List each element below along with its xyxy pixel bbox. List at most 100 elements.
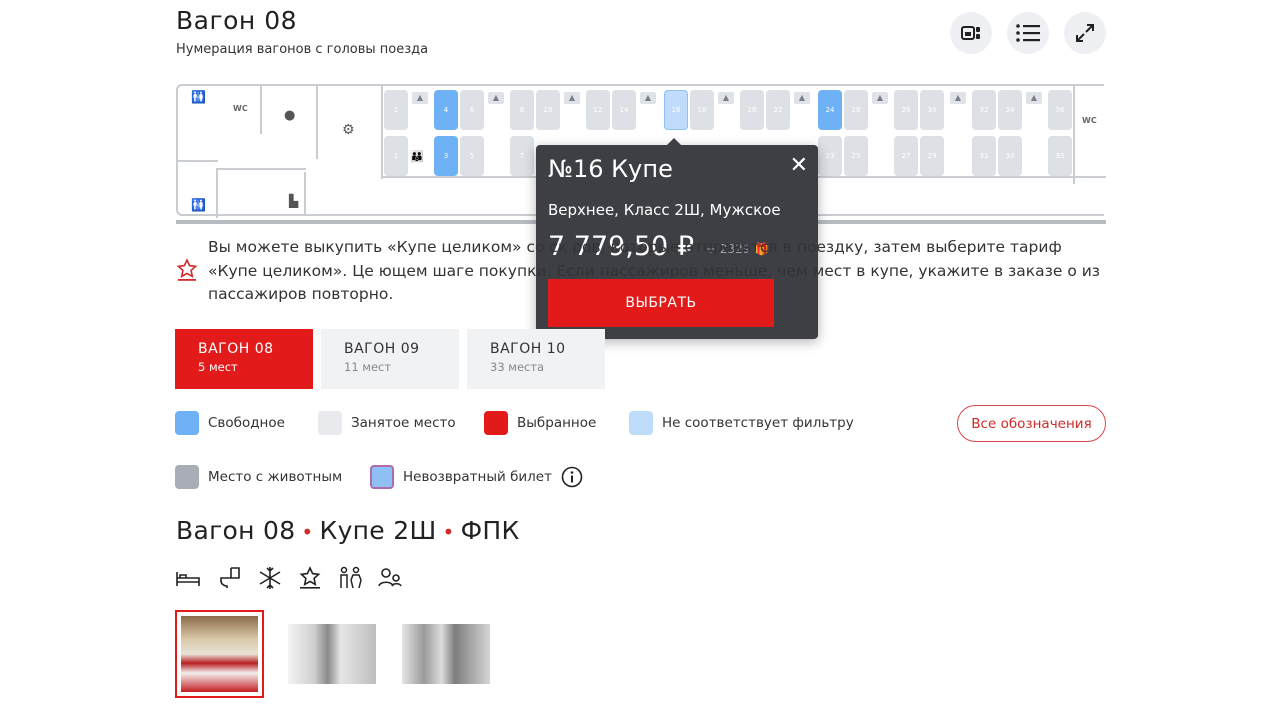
wc-label: WC — [1082, 116, 1097, 125]
all-legend-button[interactable]: Все обозначения — [957, 405, 1106, 442]
tooltip-seat-title: №16 Купе — [548, 155, 673, 183]
legend-selected: Выбранное — [484, 411, 596, 435]
separator-dot: • — [442, 520, 455, 544]
seat-1: 1 — [384, 136, 408, 176]
section-carrier: ФПК — [460, 516, 520, 545]
list-icon — [1016, 24, 1040, 42]
tab-label: ВАГОН 10 — [490, 341, 566, 357]
legend-label: Свободное — [208, 415, 285, 431]
passengers-icon — [378, 568, 402, 587]
legend-nonrefund: Невозвратный билет — [370, 465, 583, 489]
seat-10: 10 — [536, 90, 560, 130]
section-car: Вагон 08 — [176, 516, 296, 545]
star-service-icon — [299, 566, 321, 589]
restroom-people-icon: 🚻 — [191, 198, 206, 212]
compartment-table-icon: ▲ — [640, 92, 656, 104]
wc-label: WC — [233, 104, 248, 113]
seat-22: 22 — [766, 90, 790, 130]
tooltip-arrow — [666, 138, 682, 146]
seat-18: 18 — [690, 90, 714, 130]
seat-33: 33 — [998, 136, 1022, 176]
legend-taken: Занятое место — [318, 411, 456, 435]
seat-34: 34 — [998, 90, 1022, 130]
toilet-photo[interactable] — [402, 624, 490, 696]
legend-swatch-filter — [629, 411, 653, 435]
seat-8: 8 — [510, 90, 534, 130]
compartment-table-icon: ▲ — [950, 92, 966, 104]
tab-seat-count: 33 места — [490, 360, 545, 374]
section-type: Купе 2Ш — [319, 516, 437, 545]
wc-people-icon — [340, 566, 362, 589]
tooltip-seat-description: Верхнее, Класс 2Ш, Мужское — [548, 201, 781, 219]
seat-27: 27 — [894, 136, 918, 176]
compartment-table-icon: ▲ — [1026, 92, 1042, 104]
close-icon[interactable]: ✕ — [790, 153, 808, 178]
family-icon: 👪 — [410, 150, 424, 163]
scheme-view-button[interactable] — [950, 12, 992, 54]
tab-seat-count: 11 мест — [344, 360, 392, 374]
corridor-photo[interactable] — [288, 624, 376, 696]
legend-label: Невозвратный билет — [403, 469, 552, 485]
seat-16[interactable]: 16 — [664, 90, 688, 130]
compartment-table-icon: ▲ — [872, 92, 888, 104]
compartment-table-icon: ▲ — [718, 92, 734, 104]
legend-label: Занятое место — [351, 415, 456, 431]
seat-14: 14 — [612, 90, 636, 130]
seat-3[interactable]: 3 — [434, 136, 458, 176]
car-class-title: Вагон 08 • Купе 2Ш • ФПК — [176, 516, 520, 545]
restroom-people-icon: 🚻 — [191, 90, 206, 104]
tab-seat-count: 5 мест — [198, 360, 238, 374]
settings-icon: ⚙ — [342, 122, 355, 138]
bed-icon — [176, 572, 200, 586]
seat-4[interactable]: 4 — [434, 90, 458, 130]
seat-32: 32 — [972, 90, 996, 130]
fullscreen-button[interactable] — [1064, 12, 1106, 54]
toilet-icon — [220, 567, 240, 588]
compartment-photo[interactable] — [175, 610, 264, 698]
seat-28: 28 — [894, 90, 918, 130]
seat-36: 36 — [1048, 90, 1072, 130]
legend-swatch-nonrefund — [370, 465, 394, 489]
legend-swatch-taken — [318, 411, 342, 435]
list-view-button[interactable] — [1007, 12, 1049, 54]
legend-label: Выбранное — [517, 415, 597, 431]
legend-swatch-pet — [175, 465, 199, 489]
legend-free: Свободное — [175, 411, 285, 435]
seat-2: 2 — [384, 90, 408, 130]
seat-12: 12 — [586, 90, 610, 130]
seat-23: 23 — [818, 136, 842, 176]
seat-7: 7 — [510, 136, 534, 176]
tab-label: ВАГОН 09 — [344, 341, 420, 357]
seat-6: 6 — [460, 90, 484, 130]
seat-20: 20 — [740, 90, 764, 130]
car-numbering-note: Нумерация вагонов с головы поезда — [176, 42, 429, 57]
seat-25: 25 — [844, 136, 868, 176]
legend-label: Место с животным — [208, 469, 343, 485]
legend-pet: Место с животным — [175, 465, 342, 489]
seat-5: 5 — [460, 136, 484, 176]
legend-swatch-selected — [484, 411, 508, 435]
legend-label: Не соответствует фильтру — [662, 415, 854, 431]
compartment-table-icon: ▲ — [564, 92, 580, 104]
tab-car-08[interactable]: ВАГОН 08 5 мест — [175, 329, 313, 389]
compartment-table-icon: ▲ — [488, 92, 504, 104]
tab-label: ВАГОН 08 — [198, 341, 274, 357]
seat-24[interactable]: 24 — [818, 90, 842, 130]
seat-26: 26 — [844, 90, 868, 130]
seat-30: 30 — [920, 90, 944, 130]
compartment-table-icon: ▲ — [794, 92, 810, 104]
expand-icon — [1076, 24, 1094, 42]
compartment-star-icon — [176, 258, 198, 286]
tab-car-09[interactable]: ВАГОН 09 11 мест — [321, 329, 459, 389]
seat-35: 35 — [1048, 136, 1072, 176]
legend-swatch-free — [175, 411, 199, 435]
info-icon[interactable] — [561, 466, 583, 488]
separator-dot: • — [301, 520, 314, 544]
scheme-icon — [961, 26, 980, 40]
car-title: Вагон 08 — [176, 6, 298, 35]
tab-car-10[interactable]: ВАГОН 10 33 места — [467, 329, 605, 389]
legend-filter: Не соответствует фильтру — [629, 411, 854, 435]
compartment-table-icon: ▲ — [412, 92, 428, 104]
full-compartment-notice: Вы можете выкупить «Купе целиком» со ск … — [208, 238, 1101, 303]
snowflake-icon — [259, 567, 281, 589]
